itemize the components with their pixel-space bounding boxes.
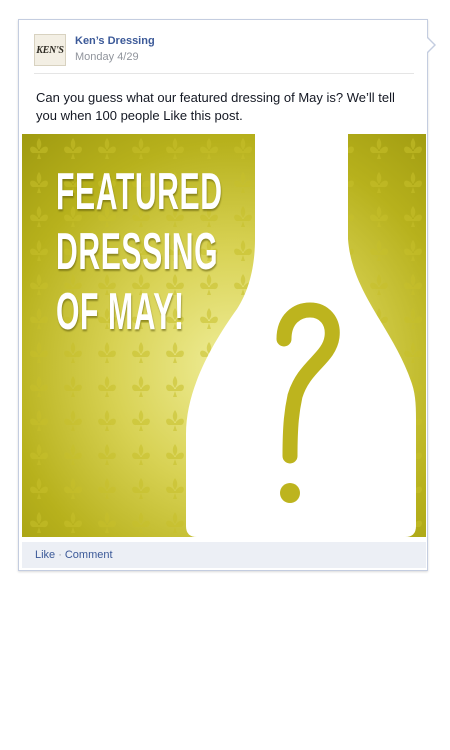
action-separator: · <box>58 549 62 561</box>
headline-line: DRESSING <box>56 223 219 281</box>
headline-line: FEATURED <box>56 163 223 221</box>
featured-headline: FEATURED DRESSING OF MAY! <box>56 162 223 342</box>
post-photo[interactable]: FEATURED DRESSING OF MAY! <box>22 134 426 537</box>
page-avatar[interactable]: KEN'S <box>34 34 66 66</box>
page-name-link[interactable]: Ken’s Dressing <box>75 35 155 47</box>
post-date[interactable]: Monday 4/29 <box>75 51 139 63</box>
like-link[interactable]: Like <box>35 542 55 568</box>
post-pointer-arrow-fill <box>427 38 434 52</box>
post-message: Can you guess what our featured dressing… <box>36 90 395 123</box>
facebook-post: KEN'S Ken’s Dressing Monday 4/29 Can you… <box>18 19 428 571</box>
comment-link[interactable]: Comment <box>65 542 113 568</box>
avatar-logo-text: KEN'S <box>36 44 64 56</box>
post-header: KEN'S Ken’s Dressing Monday 4/29 <box>34 33 414 74</box>
headline-line: OF MAY! <box>56 283 185 341</box>
post-actions-bar: Like · Comment <box>22 542 426 568</box>
